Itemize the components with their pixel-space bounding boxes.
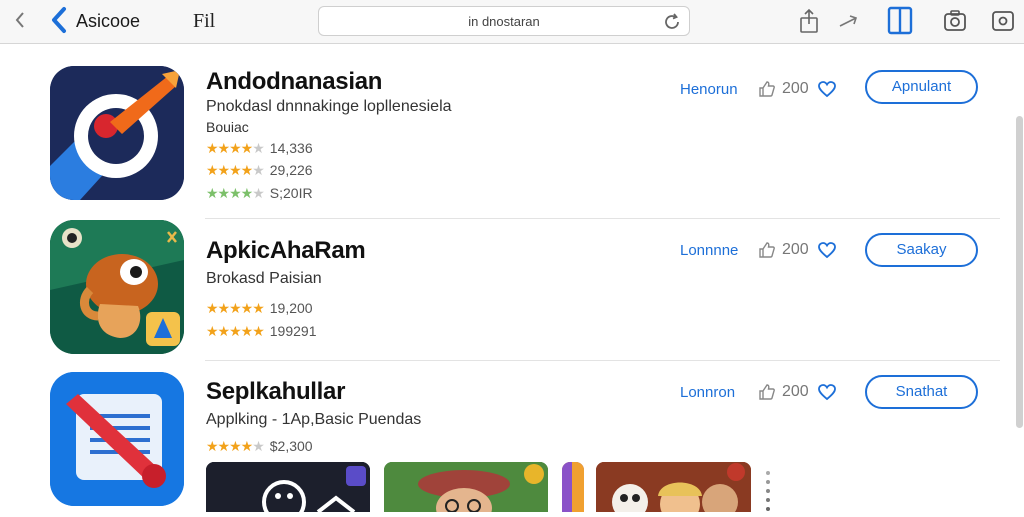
rating-row: ★★★★★ S;20IR xyxy=(206,184,313,202)
heart-icon[interactable] xyxy=(817,80,837,98)
rating-row: ★★★★★ 14,336 xyxy=(206,139,313,157)
app-action-button[interactable]: Apnulant xyxy=(865,70,978,104)
address-bar[interactable]: in dnostaran xyxy=(318,6,690,36)
rating-count: 29,226 xyxy=(269,162,313,178)
app-subtitle: Brokasd Paisian xyxy=(206,270,322,287)
likes-count: 200 xyxy=(782,241,809,258)
likes-count: 200 xyxy=(782,80,809,97)
rating-row: ★★★★★ 29,226 xyxy=(206,161,313,179)
app-icon-cartoon-character[interactable] xyxy=(50,220,184,354)
navigate-arrow-icon[interactable] xyxy=(836,8,862,34)
rating-row: ★★★★★ 199291 xyxy=(206,322,316,340)
rating-row: ★★★★★ 19,200 xyxy=(206,299,313,317)
photo-icon[interactable] xyxy=(990,8,1016,34)
rating-count: 14,336 xyxy=(269,140,313,156)
heart-icon[interactable] xyxy=(817,241,837,259)
app-subtitle: Pnokdasl dnnnakinge lopllenesiela xyxy=(206,98,452,115)
heart-icon[interactable] xyxy=(817,383,837,401)
star-rating-icon: ★★★★★ xyxy=(206,139,265,156)
app-name[interactable]: Andodnanasian xyxy=(206,68,382,96)
scrollbar-thumb[interactable] xyxy=(1016,116,1023,428)
vertical-scrollbar[interactable] xyxy=(1014,48,1024,512)
rating-count: $2,300 xyxy=(269,438,313,454)
rating-count: 199291 xyxy=(269,323,317,339)
likes-group: 200 xyxy=(758,383,837,401)
thumbs-up-icon[interactable] xyxy=(758,383,776,401)
app-subtitle: Applking - 1Ap,Basic Puendas xyxy=(206,411,422,428)
toolbar-title[interactable]: Asicooe xyxy=(76,11,140,32)
star-rating-icon: ★★★★★ xyxy=(206,161,265,178)
star-rating-icon: ★★★★★ xyxy=(206,322,265,339)
app-screenshot-thumbnail[interactable] xyxy=(596,462,751,512)
row-divider xyxy=(205,218,1000,219)
toolbar-fil-label[interactable]: Fil xyxy=(193,10,215,33)
thumbs-up-icon[interactable] xyxy=(758,80,776,98)
app-name[interactable]: ApkicAhaRam xyxy=(206,237,366,265)
likes-group: 200 xyxy=(758,80,837,98)
star-rating-icon: ★★★★★ xyxy=(206,299,265,316)
browser-toolbar: Asicooe Fil in dnostaran xyxy=(0,0,1024,44)
app-icon-target-pencil[interactable] xyxy=(50,66,184,200)
camera-icon[interactable] xyxy=(942,8,968,34)
developer-link[interactable]: Lonnron xyxy=(680,384,735,401)
app-screenshot-thumbnail[interactable] xyxy=(206,462,370,512)
app-action-button[interactable]: Snathat xyxy=(865,375,978,409)
more-dots-icon[interactable] xyxy=(765,470,771,512)
app-action-button[interactable]: Saakay xyxy=(865,233,978,267)
star-rating-icon: ★★★★★ xyxy=(206,184,265,201)
rating-row: ★★★★★ $2,300 xyxy=(206,437,313,455)
rating-count: 19,200 xyxy=(269,300,313,316)
reload-icon[interactable] xyxy=(663,13,681,31)
row-divider xyxy=(205,360,1000,361)
app-name[interactable]: Seplkahullar xyxy=(206,378,345,406)
phone-icon[interactable] xyxy=(886,5,914,35)
app-screenshot-thumbnail[interactable] xyxy=(562,462,584,512)
address-text[interactable]: in dnostaran xyxy=(319,14,689,29)
app-screenshot-thumbnail[interactable] xyxy=(384,462,548,512)
back-chevron-blue-icon[interactable] xyxy=(48,6,70,34)
thumbs-up-icon[interactable] xyxy=(758,241,776,259)
back-chevron-icon[interactable] xyxy=(12,9,30,31)
developer-link[interactable]: Lonnnne xyxy=(680,242,738,259)
rating-count: S;20IR xyxy=(269,185,313,201)
star-rating-icon: ★★★★★ xyxy=(206,437,265,454)
app-icon-notepad-pencil[interactable] xyxy=(50,372,184,506)
share-icon[interactable] xyxy=(796,8,822,34)
likes-count: 200 xyxy=(782,383,809,400)
likes-group: 200 xyxy=(758,241,837,259)
app-subtitle-secondary: Bouiac xyxy=(206,119,249,135)
developer-link[interactable]: Henorun xyxy=(680,81,738,98)
